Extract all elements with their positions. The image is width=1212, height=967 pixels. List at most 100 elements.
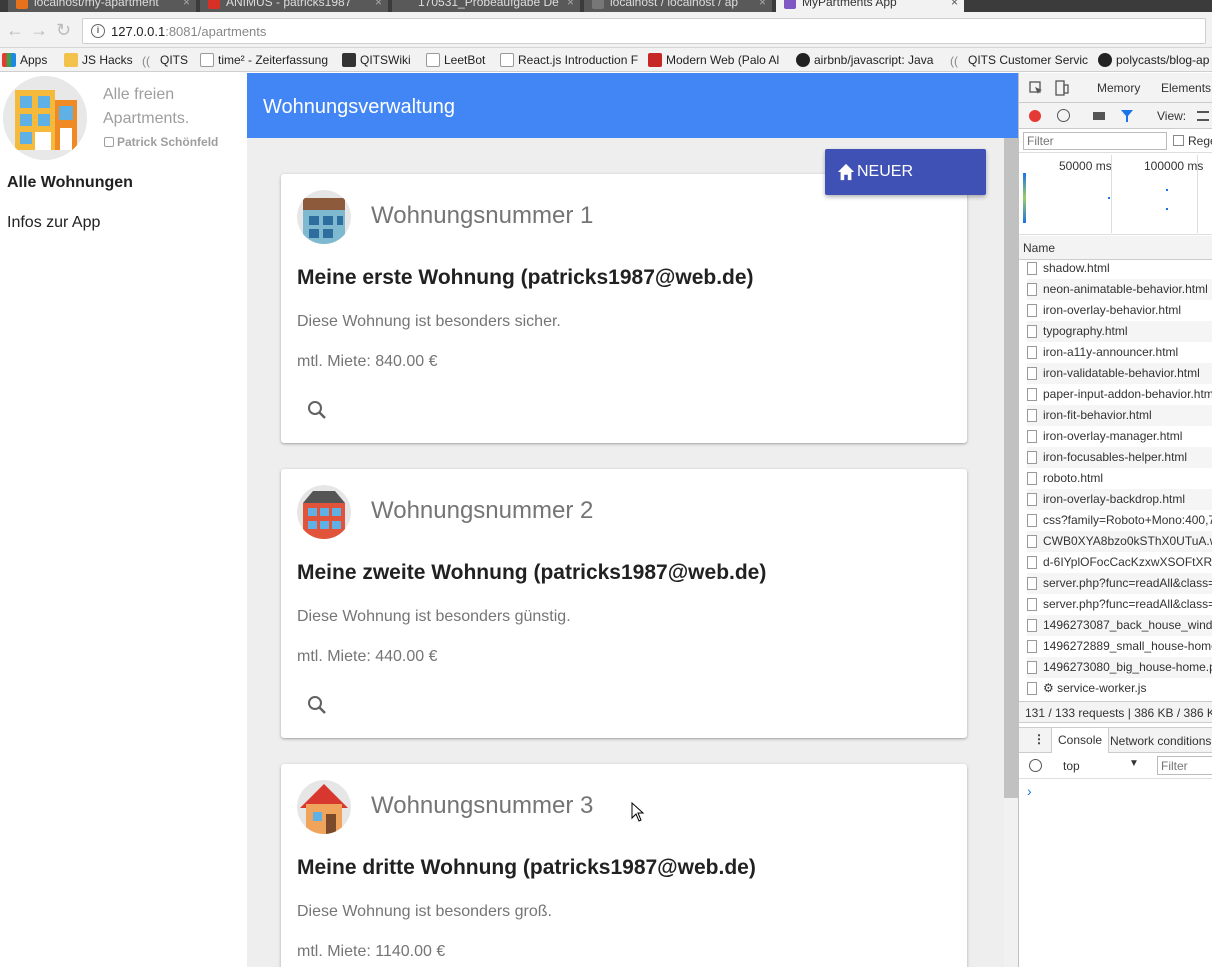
reload-icon[interactable]: ↻ — [56, 20, 71, 40]
url-text[interactable]: 127.0.0.1:8081/apartments — [111, 24, 266, 39]
request-row[interactable]: iron-overlay-manager.html — [1027, 426, 1212, 447]
device-toolbar-icon[interactable] — [1055, 80, 1069, 96]
context-select[interactable]: top — [1063, 759, 1080, 773]
file-icon — [1027, 472, 1037, 485]
tab-title: 170531_Probeaufgabe De — [418, 0, 559, 9]
tab-console[interactable]: Console — [1051, 728, 1110, 753]
network-timeline[interactable]: 50000 ms 100000 ms — [1019, 153, 1212, 235]
tab-network-conditions[interactable]: Network conditions — [1110, 734, 1211, 748]
drawer-tabbar: ⋮ Console Network conditions — [1019, 727, 1212, 753]
bookmark-item[interactable]: Modern Web (Palo Al — [648, 52, 779, 68]
name-column-header[interactable]: Name — [1023, 241, 1055, 255]
browser-tab[interactable]: ANIMUS - patricks1987 × — [200, 0, 388, 12]
close-tab-icon[interactable]: × — [375, 0, 382, 10]
record-icon[interactable] — [1029, 110, 1041, 122]
bookmark-item[interactable]: polycasts/blog-ap — [1098, 52, 1209, 68]
tab-memory[interactable]: Memory — [1097, 81, 1140, 95]
bookmark-item[interactable]: time² - Zeiterfassung — [200, 52, 328, 68]
chevron-down-icon[interactable]: ▼ — [1129, 758, 1139, 769]
browser-tab[interactable]: localhost / localhost / ap × — [584, 0, 772, 12]
tab-elements[interactable]: Elements — [1161, 81, 1211, 95]
view-label: View: — [1157, 109, 1187, 123]
site-info-icon[interactable]: i — [91, 24, 105, 38]
small-house-icon — [297, 485, 351, 539]
request-row[interactable]: 1496273087_back_house_windov — [1027, 615, 1212, 636]
scrollbar-thumb[interactable] — [1004, 138, 1018, 798]
request-row[interactable]: ⚙ service-worker.js — [1027, 678, 1212, 699]
request-name: server.php?func=readAll&class= — [1043, 576, 1212, 590]
console-prompt[interactable]: › — [1027, 783, 1032, 799]
request-row[interactable]: server.php?func=readAll&class= — [1027, 594, 1212, 615]
bookmark-item[interactable]: React.js Introduction F — [500, 52, 638, 68]
camera-icon[interactable] — [1093, 112, 1105, 120]
new-entry-label: NEUER EINTRAG — [857, 163, 929, 226]
request-row[interactable]: css?family=Roboto+Mono:400,7 — [1027, 510, 1212, 531]
bookmarks-bar: Apps JS Hacks (( QITS time² - Zeiterfass… — [0, 48, 1212, 72]
file-icon — [1027, 388, 1037, 401]
qits-icon: (( — [142, 54, 150, 68]
close-tab-icon[interactable]: × — [183, 0, 190, 10]
search-icon[interactable] — [305, 693, 329, 717]
request-row[interactable]: shadow.html — [1027, 258, 1212, 279]
bookmark-item[interactable]: airbnb/javascript: Java — [796, 52, 933, 68]
drawer-menu-icon[interactable]: ⋮ — [1033, 732, 1045, 746]
bookmark-item[interactable]: (( QITS Customer Servic — [950, 52, 1088, 68]
request-row[interactable]: 1496272889_small_house-home — [1027, 636, 1212, 657]
request-row[interactable]: iron-validatable-behavior.html — [1027, 363, 1212, 384]
search-icon[interactable] — [305, 398, 329, 422]
clear-console-icon[interactable] — [1029, 759, 1042, 772]
request-row[interactable]: iron-fit-behavior.html — [1027, 405, 1212, 426]
bookmark-item[interactable]: LeetBot — [426, 52, 485, 68]
main-scrollbar[interactable] — [1004, 138, 1018, 967]
clear-icon[interactable] — [1057, 109, 1070, 122]
file-icon — [1027, 556, 1037, 569]
request-row[interactable]: roboto.html — [1027, 468, 1212, 489]
new-entry-button[interactable]: NEUER EINTRAG — [825, 149, 986, 226]
nav-item-app-info[interactable]: Infos zur App — [7, 214, 100, 232]
inspect-element-icon[interactable] — [1029, 81, 1043, 95]
forward-arrow-icon[interactable]: → — [30, 20, 48, 40]
regex-checkbox[interactable] — [1173, 135, 1184, 146]
bookmark-item[interactable]: JS Hacks — [64, 52, 133, 68]
address-bar[interactable]: i 127.0.0.1:8081/apartments — [82, 18, 1206, 44]
request-row[interactable]: paper-input-addon-behavior.htm — [1027, 384, 1212, 405]
console-filter-input[interactable] — [1157, 756, 1212, 775]
network-summary: 131 / 133 requests | 386 KB / 386 K — [1019, 701, 1212, 723]
close-tab-icon[interactable]: × — [951, 0, 958, 10]
browser-tab-active[interactable]: MyPartments App × — [776, 0, 964, 12]
request-row[interactable]: iron-focusables-helper.html — [1027, 447, 1212, 468]
network-filter-input[interactable] — [1023, 132, 1167, 150]
request-row[interactable]: neon-animatable-behavior.html — [1027, 279, 1212, 300]
bookmark-item[interactable]: QITSWiki — [342, 52, 411, 68]
request-row[interactable]: server.php?func=readAll&class= — [1027, 573, 1212, 594]
request-row[interactable]: iron-a11y-announcer.html — [1027, 342, 1212, 363]
page-title: Wohnungsverwaltung — [263, 96, 455, 118]
request-row[interactable]: typography.html — [1027, 321, 1212, 342]
file-icon — [1027, 283, 1037, 296]
page-icon — [500, 53, 514, 67]
request-row[interactable]: d-6IYplOFocCacKzxwXSOFtXRa8 — [1027, 552, 1212, 573]
close-tab-icon[interactable]: × — [567, 0, 574, 10]
close-tab-icon[interactable]: × — [759, 0, 766, 10]
apartment-title: Meine erste Wohnung (patricks1987@web.de… — [297, 266, 754, 289]
filter-icon[interactable] — [1120, 109, 1134, 123]
bookmark-apps[interactable]: Apps — [2, 52, 47, 68]
app-drawer: Alle freien Apartments. Patrick Schönfel… — [0, 73, 247, 967]
file-icon — [1027, 619, 1037, 632]
back-arrow-icon[interactable]: ← — [6, 20, 24, 40]
request-row[interactable]: iron-overlay-backdrop.html — [1027, 489, 1212, 510]
file-icon — [1027, 514, 1037, 527]
browser-tab[interactable]: localhost/my-apartment × — [8, 0, 196, 12]
request-name: shadow.html — [1043, 261, 1110, 275]
request-row[interactable]: 1496273080_big_house-home.pi — [1027, 657, 1212, 678]
nav-item-all-apartments[interactable]: Alle Wohnungen — [7, 174, 133, 192]
apartment-rent: mtl. Miete: 840.00 € — [297, 353, 438, 370]
apartment-title: Meine dritte Wohnung (patricks1987@web.d… — [297, 856, 756, 879]
request-name: css?family=Roboto+Mono:400,7 — [1043, 513, 1212, 527]
browser-tab[interactable]: 170531_Probeaufgabe De × — [392, 0, 580, 12]
list-view-icon[interactable] — [1197, 111, 1209, 121]
apartment-number: Wohnungsnummer 2 — [371, 497, 594, 524]
request-row[interactable]: CWB0XYA8bzo0kSThX0UTuA.wo — [1027, 531, 1212, 552]
bookmark-item[interactable]: (( QITS — [142, 52, 188, 68]
request-row[interactable]: iron-overlay-behavior.html — [1027, 300, 1212, 321]
